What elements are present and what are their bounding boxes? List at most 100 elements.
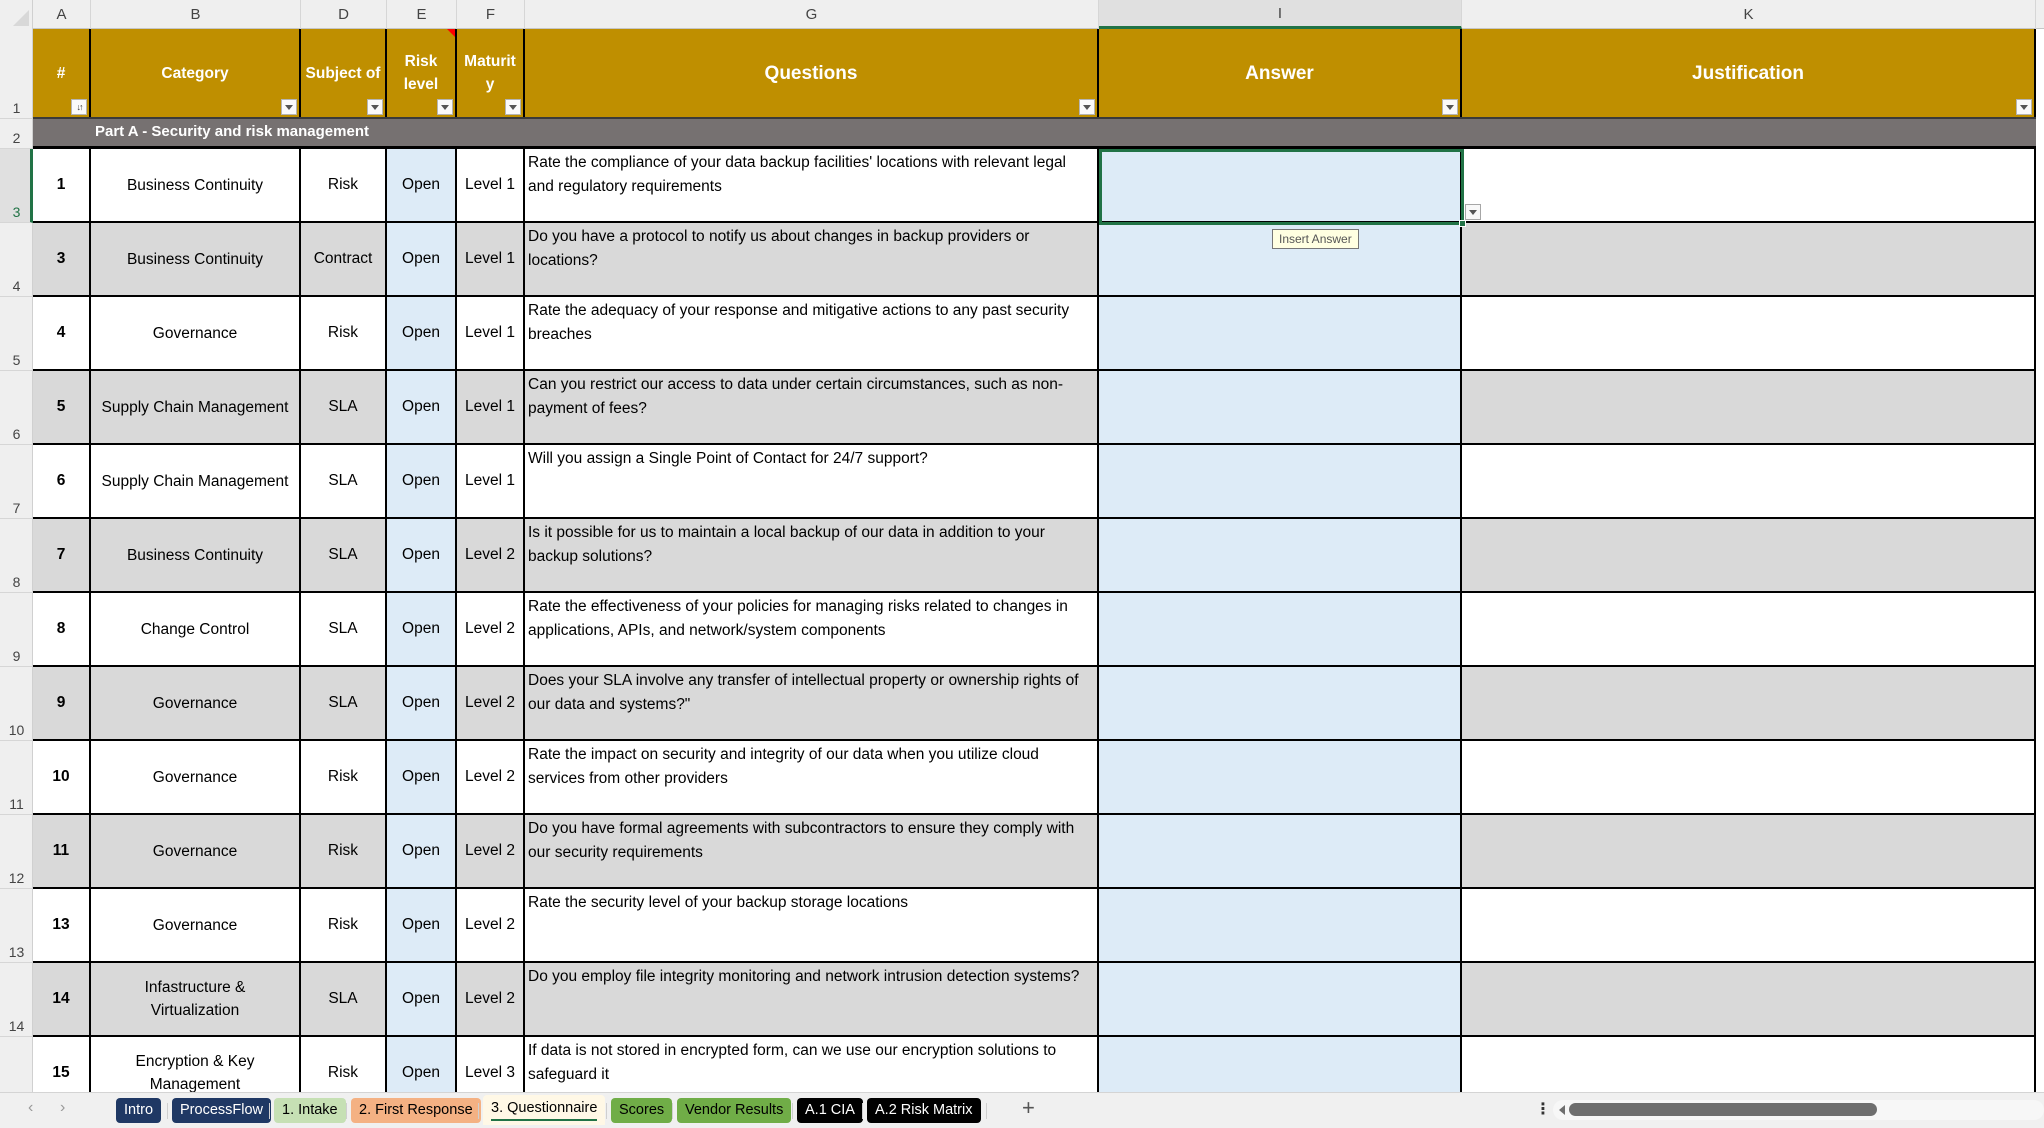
answer-dropdown-button[interactable] [1465, 204, 1481, 220]
risk-cell[interactable]: Open [387, 963, 457, 1035]
question-cell[interactable]: Is it possible for us to maintain a loca… [525, 519, 1099, 591]
num-cell[interactable]: 13 [33, 889, 91, 961]
category-cell[interactable]: Governance [91, 667, 301, 739]
next-sheet-icon[interactable]: › [60, 1099, 65, 1117]
num-cell[interactable]: 7 [33, 519, 91, 591]
row-header-7[interactable]: 7 [0, 445, 33, 519]
justification-cell[interactable] [1462, 815, 2036, 887]
filter-dropdown-icon[interactable] [281, 99, 297, 115]
risk-cell[interactable]: Open [387, 371, 457, 443]
subject-cell[interactable]: Contract [301, 223, 387, 295]
answer-cell[interactable] [1099, 149, 1462, 221]
maturity-cell[interactable]: Level 2 [457, 519, 525, 591]
column-header-k[interactable]: K [1462, 0, 2036, 29]
maturity-cell[interactable]: Level 2 [457, 815, 525, 887]
filter-dropdown-icon[interactable] [367, 99, 383, 115]
risk-cell[interactable]: Open [387, 593, 457, 665]
risk-cell[interactable]: Open [387, 297, 457, 369]
category-cell[interactable]: Business Continuity [91, 149, 301, 221]
justification-cell[interactable] [1462, 371, 2036, 443]
category-cell[interactable]: Infastructure & Virtualization [91, 963, 301, 1035]
subject-cell[interactable]: Risk [301, 889, 387, 961]
maturity-cell[interactable]: Level 2 [457, 593, 525, 665]
row-header-2[interactable]: 2 [0, 119, 33, 149]
sheet-tab-scores[interactable]: Scores [611, 1098, 673, 1123]
category-cell[interactable]: Governance [91, 815, 301, 887]
category-cell[interactable]: Business Continuity [91, 519, 301, 591]
scrollbar-thumb[interactable] [1569, 1103, 1877, 1116]
column-header-d[interactable]: D [301, 0, 387, 29]
filter-dropdown-icon[interactable] [437, 99, 453, 115]
question-cell[interactable]: Do you employ file integrity monitoring … [525, 963, 1099, 1035]
more-options-icon[interactable]: ⋮ [1535, 1099, 1551, 1119]
maturity-cell[interactable]: Level 1 [457, 371, 525, 443]
row-header-13[interactable]: 13 [0, 889, 33, 963]
justification-cell[interactable] [1462, 149, 2036, 221]
sheet-tab-vendor-results[interactable]: Vendor Results [677, 1098, 792, 1123]
num-cell[interactable]: 5 [33, 371, 91, 443]
sheet-tab-1-intake[interactable]: 1. Intake [274, 1098, 346, 1123]
justification-cell[interactable] [1462, 889, 2036, 961]
sort-filter-icon[interactable] [71, 99, 87, 115]
justification-cell[interactable] [1462, 667, 2036, 739]
question-cell[interactable]: Rate the impact on security and integrit… [525, 741, 1099, 813]
risk-cell[interactable]: Open [387, 519, 457, 591]
answer-cell[interactable] [1099, 593, 1462, 665]
row-header-3[interactable]: 3 [0, 149, 33, 223]
answer-cell[interactable] [1099, 963, 1462, 1035]
risk-cell[interactable]: Open [387, 445, 457, 517]
risk-cell[interactable]: Open [387, 149, 457, 221]
category-cell[interactable]: Change Control [91, 593, 301, 665]
category-cell[interactable]: Governance [91, 889, 301, 961]
justification-cell[interactable] [1462, 593, 2036, 665]
category-cell[interactable]: Supply Chain Management [91, 371, 301, 443]
horizontal-scrollbar[interactable] [1553, 1100, 2044, 1120]
num-cell[interactable]: 1 [33, 149, 91, 221]
category-cell[interactable]: Governance [91, 297, 301, 369]
subject-cell[interactable]: SLA [301, 667, 387, 739]
justification-cell[interactable] [1462, 741, 2036, 813]
answer-cell[interactable] [1099, 815, 1462, 887]
sheet-tab-intro[interactable]: Intro [116, 1098, 162, 1123]
justification-cell[interactable] [1462, 223, 2036, 295]
num-cell[interactable]: 8 [33, 593, 91, 665]
scroll-left-icon[interactable] [1559, 1105, 1565, 1115]
num-cell[interactable]: 14 [33, 963, 91, 1035]
subject-cell[interactable]: SLA [301, 593, 387, 665]
risk-cell[interactable]: Open [387, 741, 457, 813]
num-cell[interactable]: 11 [33, 815, 91, 887]
subject-cell[interactable]: Risk [301, 149, 387, 221]
question-cell[interactable]: Do you have formal agreements with subco… [525, 815, 1099, 887]
filter-dropdown-icon[interactable] [1079, 99, 1095, 115]
question-cell[interactable]: Rate the security level of your backup s… [525, 889, 1099, 961]
risk-cell[interactable]: Open [387, 815, 457, 887]
question-cell[interactable]: Will you assign a Single Point of Contac… [525, 445, 1099, 517]
column-header-g[interactable]: G [525, 0, 1099, 29]
row-header-6[interactable]: 6 [0, 371, 33, 445]
row-header-14[interactable]: 14 [0, 963, 33, 1037]
add-sheet-icon[interactable]: + [1022, 1095, 1035, 1121]
row-header-11[interactable]: 11 [0, 741, 33, 815]
column-header-b[interactable]: B [91, 0, 301, 29]
question-cell[interactable]: Rate the compliance of your data backup … [525, 149, 1099, 221]
row-header-8[interactable]: 8 [0, 519, 33, 593]
num-cell[interactable]: 9 [33, 667, 91, 739]
column-header-a[interactable]: A [33, 0, 91, 29]
row-header-1[interactable]: 1 [0, 29, 33, 119]
maturity-cell[interactable]: Level 1 [457, 297, 525, 369]
maturity-cell[interactable]: Level 2 [457, 963, 525, 1035]
select-all-button[interactable] [0, 0, 33, 29]
justification-cell[interactable] [1462, 519, 2036, 591]
question-cell[interactable]: Rate the effectiveness of your policies … [525, 593, 1099, 665]
num-cell[interactable]: 10 [33, 741, 91, 813]
row-header-9[interactable]: 9 [0, 593, 33, 667]
maturity-cell[interactable]: Level 1 [457, 223, 525, 295]
question-cell[interactable]: Can you restrict our access to data unde… [525, 371, 1099, 443]
subject-cell[interactable]: Risk [301, 815, 387, 887]
filter-dropdown-icon[interactable] [1442, 99, 1458, 115]
num-cell[interactable]: 3 [33, 223, 91, 295]
row-header-4[interactable]: 4 [0, 223, 33, 297]
num-cell[interactable]: 6 [33, 445, 91, 517]
category-cell[interactable]: Supply Chain Management [91, 445, 301, 517]
answer-cell[interactable] [1099, 297, 1462, 369]
